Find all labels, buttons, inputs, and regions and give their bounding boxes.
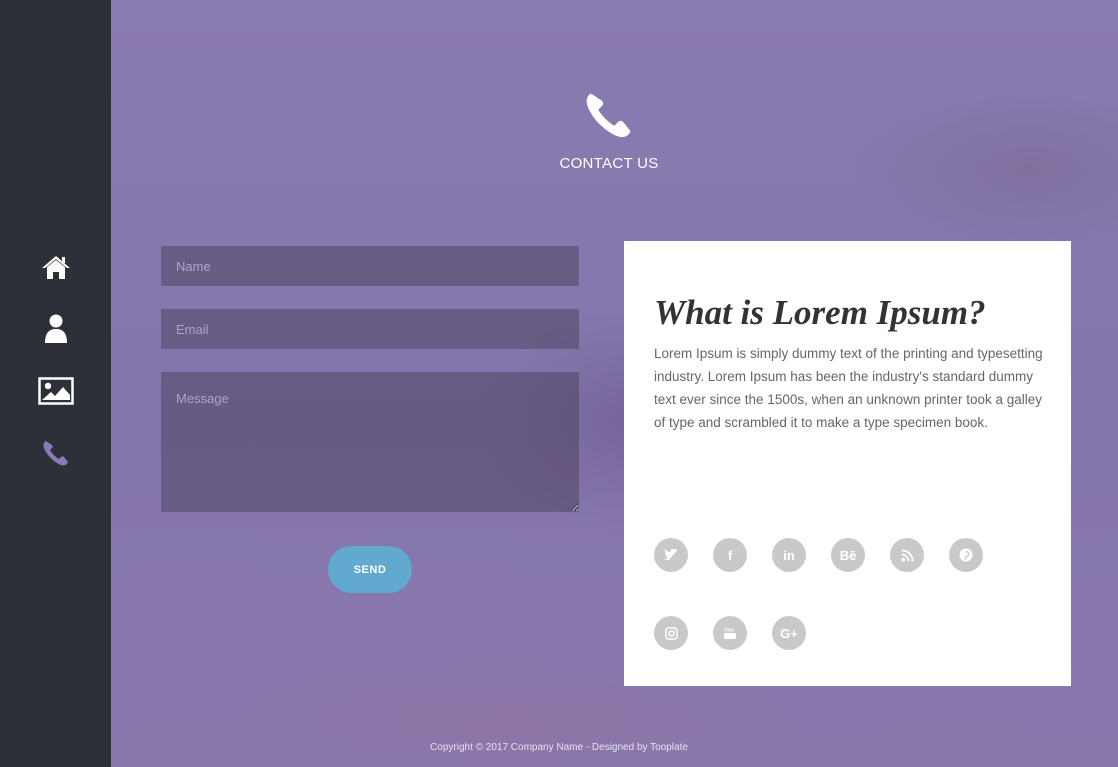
linkedin-link[interactable]: in xyxy=(772,538,806,572)
behance-link[interactable]: Bē xyxy=(831,538,865,572)
phone-icon xyxy=(586,93,631,138)
email-field[interactable] xyxy=(161,309,579,349)
nav-about[interactable] xyxy=(0,304,111,354)
name-field[interactable] xyxy=(161,246,579,286)
pinterest-icon xyxy=(959,548,973,562)
behance-icon: Bē xyxy=(839,547,857,563)
image-icon xyxy=(37,377,74,405)
youtube-link[interactable]: You xyxy=(713,616,747,650)
nav-home[interactable] xyxy=(0,242,111,292)
facebook-icon: f xyxy=(727,547,733,563)
rss-icon xyxy=(900,548,914,562)
page-title: CONTACT US xyxy=(559,155,659,172)
card-title: What is Lorem Ipsum? xyxy=(654,293,986,332)
pinterest-link[interactable] xyxy=(949,538,983,572)
rss-link[interactable] xyxy=(890,538,924,572)
info-card: What is Lorem Ipsum? Lorem Ipsum is simp… xyxy=(624,241,1071,686)
google-plus-link[interactable]: G+ xyxy=(772,616,806,650)
instagram-icon xyxy=(664,626,678,640)
footer-copyright: Copyright © 2017 Company Name - Designed… xyxy=(430,742,688,753)
google-plus-icon: G+ xyxy=(780,625,798,641)
sidebar-nav xyxy=(0,0,111,767)
message-field[interactable] xyxy=(161,372,579,512)
twitter-icon xyxy=(664,549,678,561)
facebook-link[interactable]: f xyxy=(713,538,747,572)
send-button[interactable]: SEND xyxy=(328,546,412,593)
linkedin-icon: in xyxy=(783,547,795,563)
card-text: Lorem Ipsum is simply dummy text of the … xyxy=(654,346,1043,430)
home-icon xyxy=(41,256,70,279)
nav-contact[interactable] xyxy=(0,428,111,478)
phone-icon xyxy=(43,441,68,466)
page-header: CONTACT US xyxy=(111,90,1107,172)
nav-gallery[interactable] xyxy=(0,366,111,416)
instagram-link[interactable] xyxy=(654,616,688,650)
user-icon xyxy=(44,314,67,343)
youtube-icon: You xyxy=(724,628,736,639)
twitter-link[interactable] xyxy=(654,538,688,572)
svg-text:You: You xyxy=(724,628,734,634)
